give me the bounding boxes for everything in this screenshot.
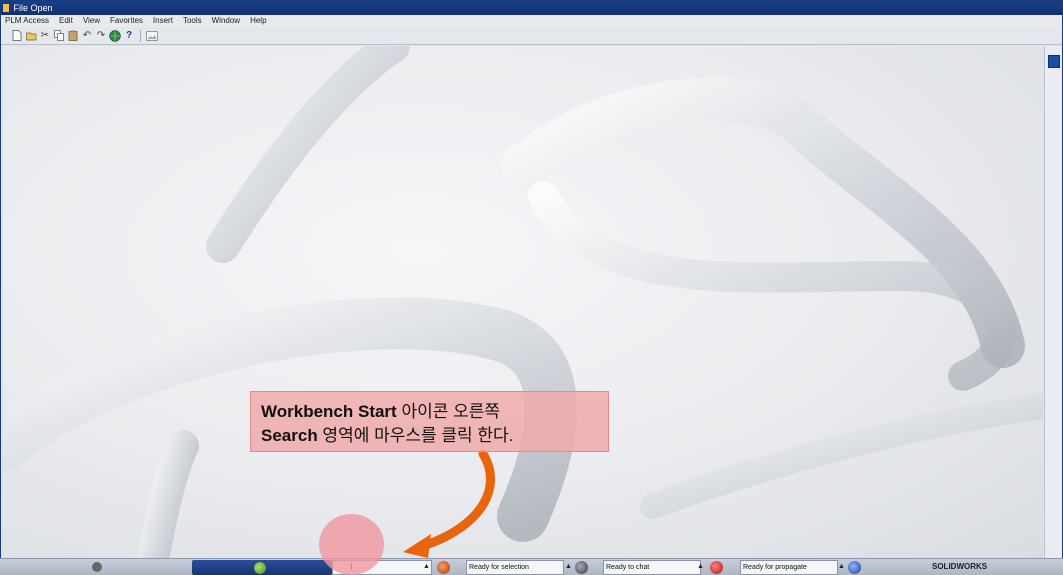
compass-icon[interactable] (92, 562, 102, 572)
menu-favorites[interactable]: Favorites (110, 15, 143, 27)
help-icon[interactable]: ? (123, 30, 135, 42)
window-title: File Open (13, 3, 53, 13)
callout-line-1: Workbench Start 아이콘 오른쪽 (261, 400, 598, 424)
undo-icon[interactable]: ↶ (81, 30, 93, 42)
selection-status-text: Ready for selection (469, 564, 529, 571)
menu-view[interactable]: View (83, 15, 100, 27)
propagate-updown-icon[interactable]: ▲ (838, 560, 845, 574)
paste-icon[interactable] (67, 30, 79, 42)
standard-toolbar: ✂ ↶ ↷ ? (1, 27, 1062, 45)
globe-icon[interactable] (109, 29, 121, 42)
callout-line-1-text: 아이콘 오른쪽 (396, 402, 501, 421)
callout-line-1-bold: Workbench Start (261, 402, 397, 421)
callout-line-2-text: 영역에 마우스를 클릭 한다. (317, 426, 514, 445)
selection-updown-icon[interactable]: ▲ (565, 560, 572, 574)
propagate-status-text: Ready for propagate (743, 564, 807, 571)
chat-status-text: Ready to chat (606, 564, 650, 571)
workbench-start-bar[interactable] (192, 560, 332, 575)
image-icon[interactable] (146, 30, 158, 42)
pointer-arrow (418, 449, 495, 551)
menu-insert[interactable]: Insert (153, 15, 173, 27)
menu-window[interactable]: Window (212, 15, 240, 27)
menu-tools[interactable]: Tools (183, 15, 202, 27)
app-window: File Open PLM Access Edit View Favorites… (0, 0, 1063, 575)
power-input-bar: I ▲ Ready for selection ▲ Ready to chat … (0, 558, 1063, 575)
redo-icon[interactable]: ↷ (95, 30, 107, 42)
brand-logo: SOLIDWORKS (932, 562, 988, 571)
menu-edit[interactable]: Edit (59, 15, 73, 27)
selection-tool-icon[interactable] (575, 561, 588, 574)
app-icon (3, 4, 9, 12)
workspace-canvas[interactable] (3, 46, 1043, 559)
click-target-marker (319, 514, 384, 575)
callout-line-2: Search 영역에 마우스를 클릭 한다. (261, 424, 598, 448)
new-document-icon[interactable] (11, 30, 23, 42)
search-tool-icon[interactable] (437, 561, 450, 574)
chat-status-field: Ready to chat (603, 560, 701, 575)
vertical-scrollbar[interactable] (1044, 46, 1062, 559)
propagate-status-field: Ready for propagate (740, 560, 838, 575)
cut-icon[interactable]: ✂ (39, 30, 51, 42)
copy-icon[interactable] (53, 30, 65, 42)
search-updown-icon[interactable]: ▲ (423, 560, 430, 574)
chat-tool-icon[interactable] (710, 561, 723, 574)
title-bar: File Open (1, 1, 1062, 15)
menu-plm-access[interactable]: PLM Access (5, 15, 49, 27)
toolbar-separator (140, 29, 141, 42)
open-icon[interactable] (25, 30, 37, 42)
workbench-start-icon[interactable] (254, 562, 266, 574)
instruction-callout: Workbench Start 아이콘 오른쪽 Search 영역에 마우스를 … (250, 391, 609, 452)
menu-help[interactable]: Help (250, 15, 266, 27)
selection-status-field: Ready for selection (466, 560, 564, 575)
callout-line-2-bold: Search (261, 426, 318, 445)
background-swirl-graphic (3, 46, 1043, 559)
propagate-tool-icon[interactable] (848, 561, 861, 574)
menu-bar: PLM Access Edit View Favorites Insert To… (1, 15, 1062, 27)
chat-updown-icon[interactable]: ▲ (697, 560, 704, 574)
scroll-thumb[interactable] (1048, 55, 1060, 68)
